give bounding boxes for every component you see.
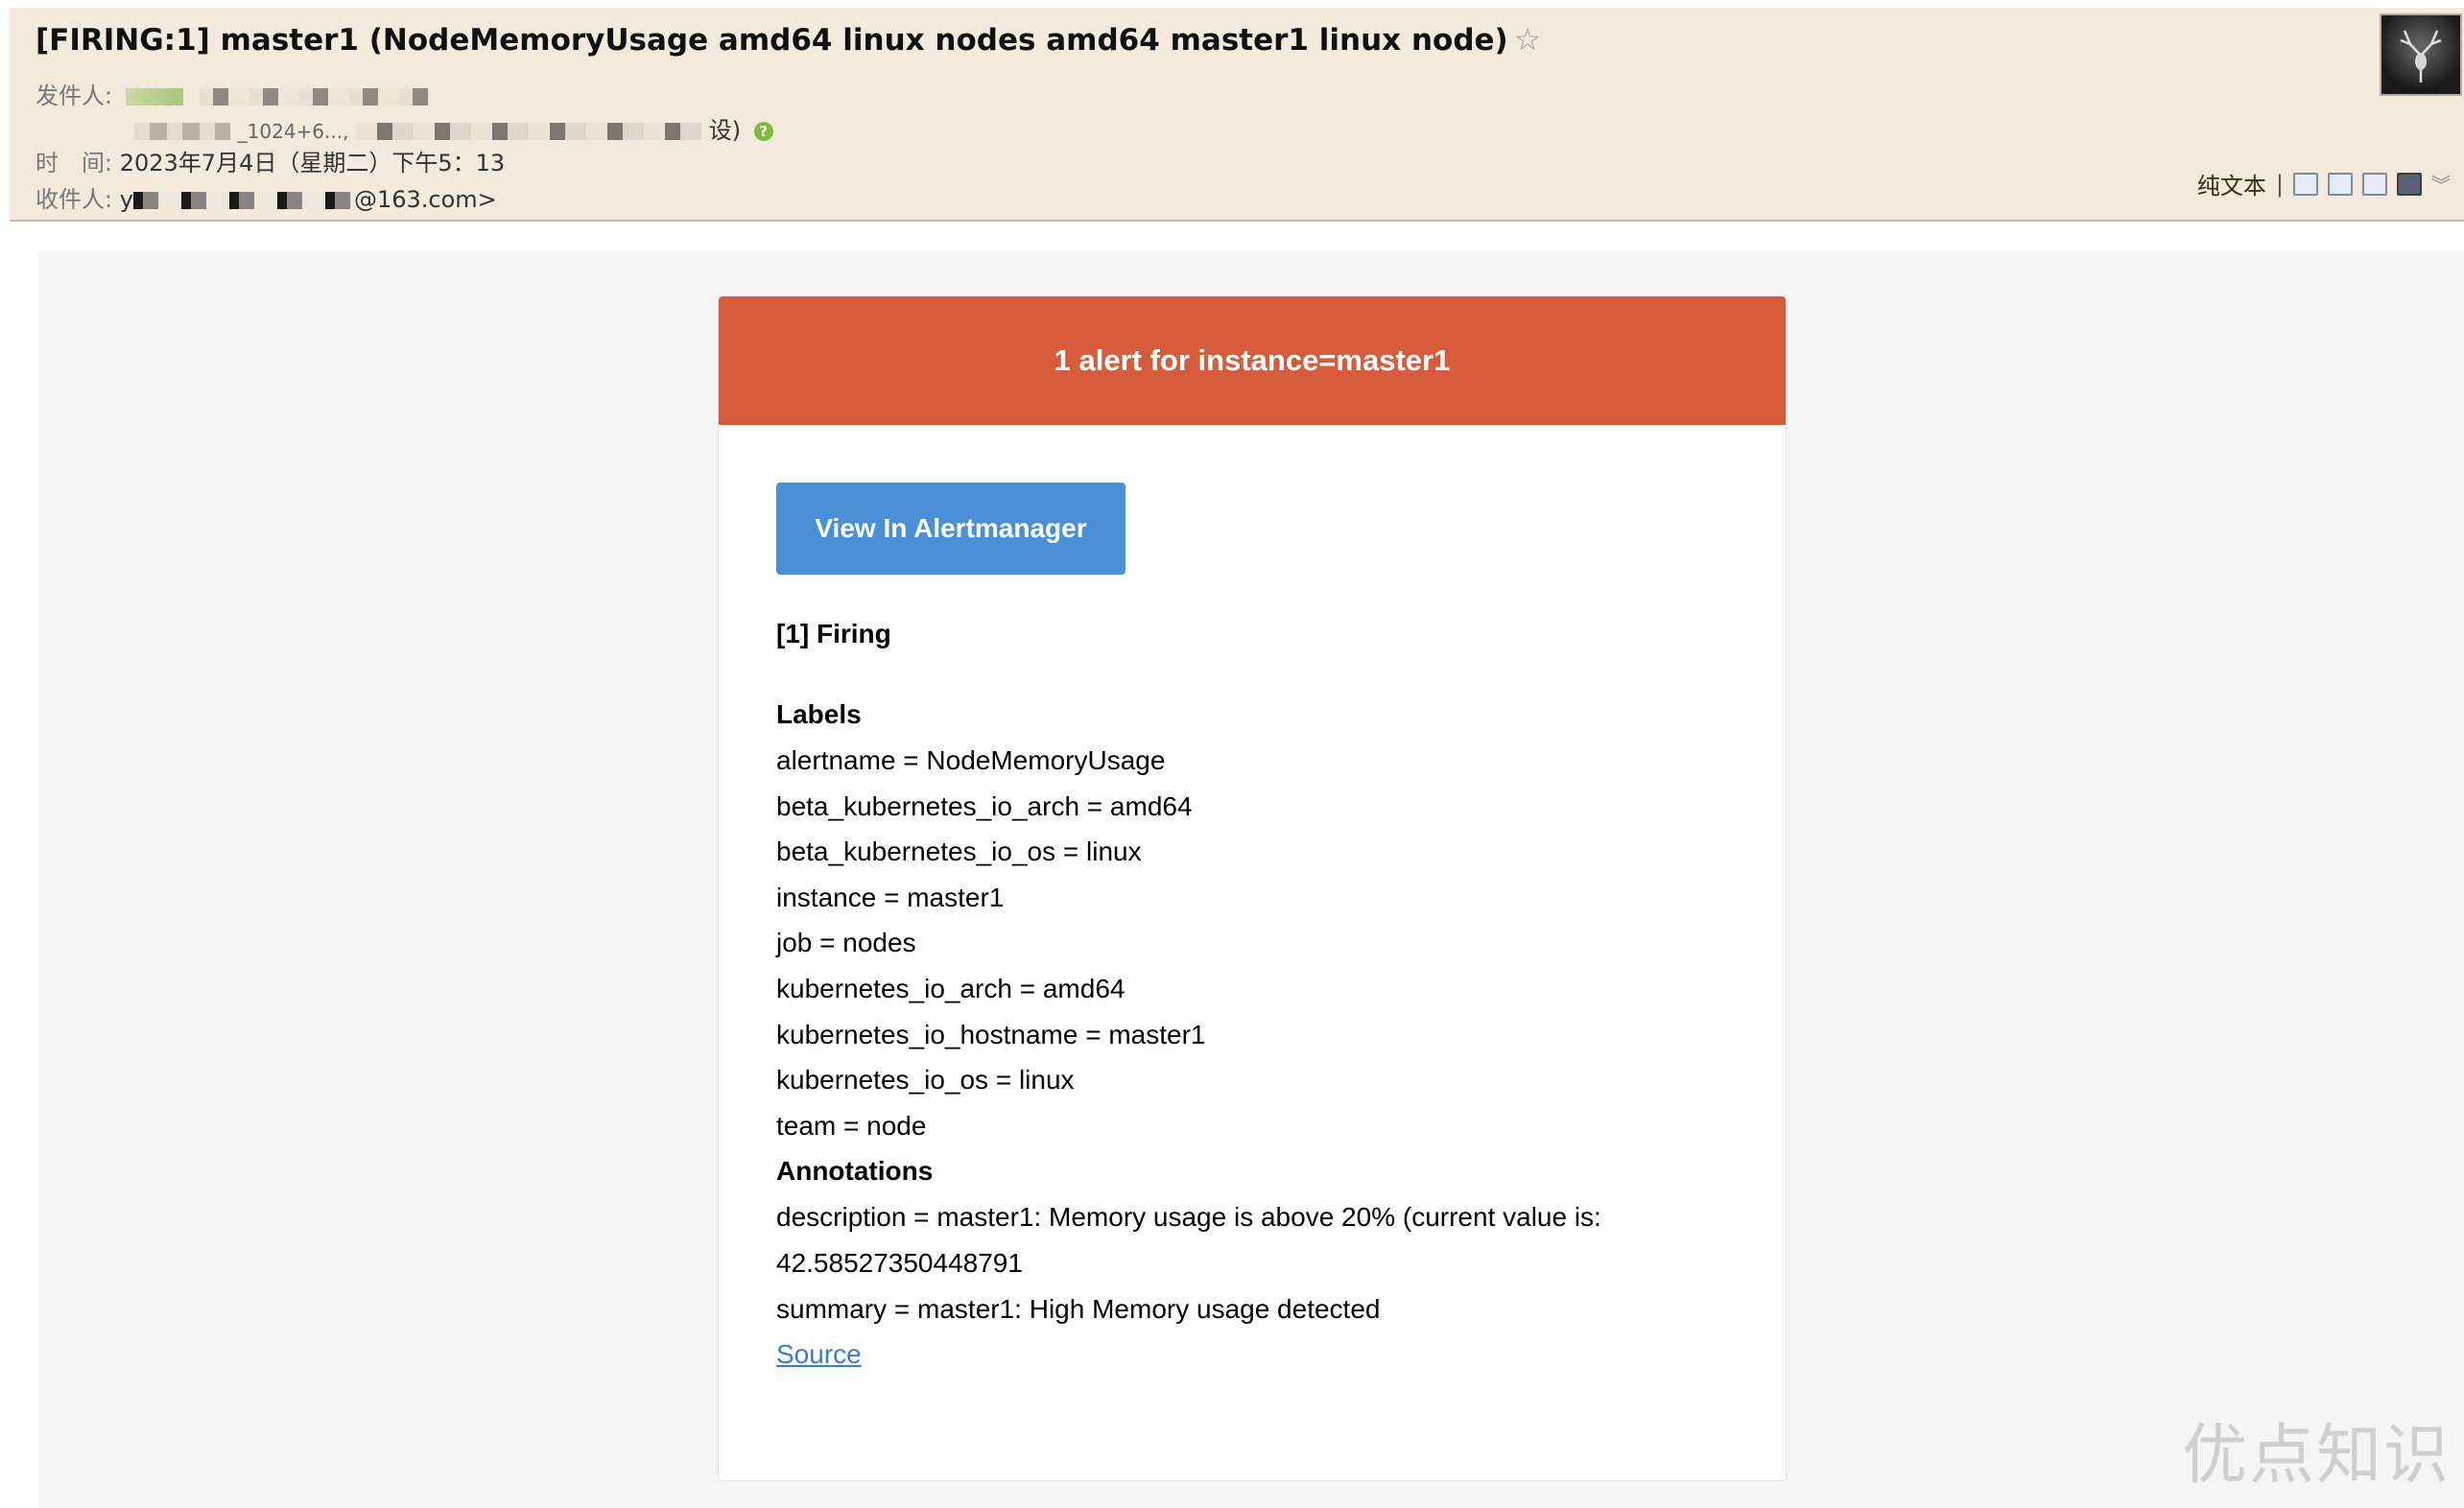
recipient-row: 收件人: y @163.com> (36, 180, 497, 214)
email-header: [FIRING:1] master1 (NodeMemoryUsage amd6… (10, 8, 2464, 222)
recipient-label: 收件人: (36, 186, 113, 213)
redacted-address (134, 123, 230, 140)
download-icon[interactable] (2362, 172, 2387, 196)
new-window-icon[interactable] (2293, 172, 2318, 196)
redacted-sender (125, 88, 183, 106)
recipient-prefix: y (119, 186, 133, 213)
alert-content: View In Alertmanager [1] Firing Labels a… (776, 483, 1747, 1378)
time-value: 2023年7月4日（星期二）下午5：13 (119, 150, 506, 177)
labels-list: alertname = NodeMemoryUsage beta_kuberne… (776, 738, 1747, 1148)
time-label: 时 间: (36, 150, 113, 177)
sender-address-fragment: _1024+6..., (237, 120, 349, 143)
label-item: team = node (776, 1110, 927, 1141)
sender-address-row: _1024+6..., 设) ? (134, 111, 773, 145)
label-item: beta_kubernetes_io_os = linux (776, 836, 1142, 867)
redacted-recipient (132, 192, 354, 209)
sender-label: 发件人: (36, 82, 113, 109)
label-item: kubernetes_io_arch = amd64 (776, 973, 1125, 1003)
alert-banner: 1 alert for instance=master1 (719, 296, 1786, 425)
labels-heading: Labels (776, 699, 862, 729)
deer-avatar-icon (2400, 30, 2442, 82)
print-icon[interactable] (2397, 172, 2422, 196)
email-subject-text: [FIRING:1] master1 (NodeMemoryUsage amd6… (36, 23, 1508, 58)
label-item: kubernetes_io_os = linux (776, 1065, 1075, 1096)
redacted-sender (200, 88, 431, 106)
sender-address-suffix: 设) (708, 117, 742, 144)
label-item: kubernetes_io_hostname = master1 (776, 1019, 1206, 1049)
alert-card: 1 alert for instance=master1 View In Ale… (718, 295, 1787, 1481)
star-icon[interactable]: ☆ (1514, 21, 1542, 58)
sender-row: 发件人: (36, 77, 431, 110)
mail-toolbar: 纯文本 | ︾ (2197, 167, 2451, 200)
recipient-suffix: @163.com> (353, 186, 497, 213)
watermark-logo: 优点知识 (2181, 1418, 2451, 1494)
annotation-item: description = master1: Memory usage is a… (776, 1202, 1601, 1233)
time-row: 时 间: 2023年7月4日（星期二）下午5：13 (36, 144, 505, 177)
view-source-icon[interactable] (2328, 172, 2353, 196)
source-link[interactable]: Source (776, 1331, 862, 1378)
label-item: instance = master1 (776, 882, 1005, 912)
label-item: job = nodes (776, 928, 916, 958)
view-in-alertmanager-button[interactable]: View In Alertmanager (776, 483, 1125, 575)
sender-avatar[interactable] (2380, 13, 2462, 96)
annotation-item: 42.58527350448791 (776, 1247, 1023, 1278)
verified-icon[interactable]: ? (753, 122, 773, 141)
alert-banner-title: 1 alert for instance=master1 (1054, 343, 1451, 377)
email-subject: [FIRING:1] master1 (NodeMemoryUsage amd6… (36, 21, 1541, 58)
firing-heading: [1] Firing (776, 619, 891, 648)
plain-text-link[interactable]: 纯文本 (2197, 167, 2266, 200)
annotation-item: summary = master1: High Memory usage det… (776, 1293, 1381, 1324)
annotations-list: description = master1: Memory usage is a… (776, 1194, 1747, 1331)
email-body: 1 alert for instance=master1 View In Ale… (38, 251, 2464, 1508)
label-item: alertname = NodeMemoryUsage (776, 745, 1166, 775)
label-item: beta_kubernetes_io_arch = amd64 (776, 790, 1193, 821)
redacted-address (356, 123, 702, 140)
more-chevron-icon[interactable]: ︾ (2431, 170, 2451, 198)
toolbar-separator: | (2275, 170, 2284, 198)
annotations-heading: Annotations (776, 1156, 934, 1187)
